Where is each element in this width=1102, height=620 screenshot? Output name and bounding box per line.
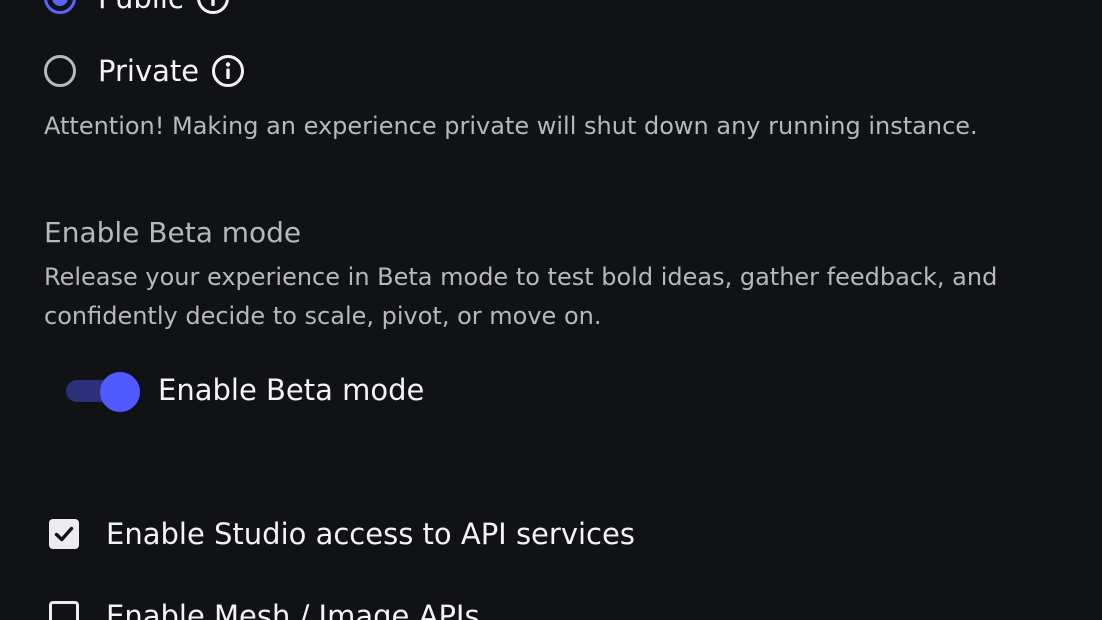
beta-toggle-label: Enable Beta mode bbox=[158, 373, 425, 407]
beta-toggle-row[interactable]: Enable Beta mode bbox=[66, 366, 424, 414]
beta-section-description: Release your experience in Beta mode to … bbox=[44, 263, 998, 330]
mesh-image-api-row[interactable]: Enable Mesh / Image APIs bbox=[49, 596, 480, 620]
studio-api-label: Enable Studio access to API services bbox=[106, 517, 635, 551]
beta-section-title: Enable Beta mode bbox=[44, 216, 302, 249]
mesh-image-api-label: Enable Mesh / Image APIs bbox=[106, 599, 480, 620]
public-radio-label: Public bbox=[98, 0, 184, 13]
private-warning-text: Attention! Making an experience private … bbox=[44, 112, 978, 140]
private-radio-label: Private bbox=[98, 53, 200, 88]
private-radio[interactable] bbox=[44, 55, 76, 87]
studio-api-checkbox[interactable] bbox=[49, 519, 79, 549]
studio-api-row[interactable]: Enable Studio access to API services bbox=[49, 514, 635, 554]
public-radio[interactable] bbox=[44, 0, 76, 14]
info-icon[interactable] bbox=[196, 0, 230, 15]
radio-row-public[interactable]: Public bbox=[44, 0, 230, 20]
settings-panel: Public Private Attention! Making an expe… bbox=[0, 0, 1102, 620]
info-icon[interactable] bbox=[211, 54, 245, 88]
toggle-thumb bbox=[100, 372, 140, 412]
radio-row-private[interactable]: Private bbox=[44, 49, 245, 93]
mesh-image-api-checkbox[interactable] bbox=[49, 601, 79, 620]
checkmark-icon bbox=[54, 526, 74, 542]
beta-mode-toggle[interactable] bbox=[66, 370, 140, 412]
